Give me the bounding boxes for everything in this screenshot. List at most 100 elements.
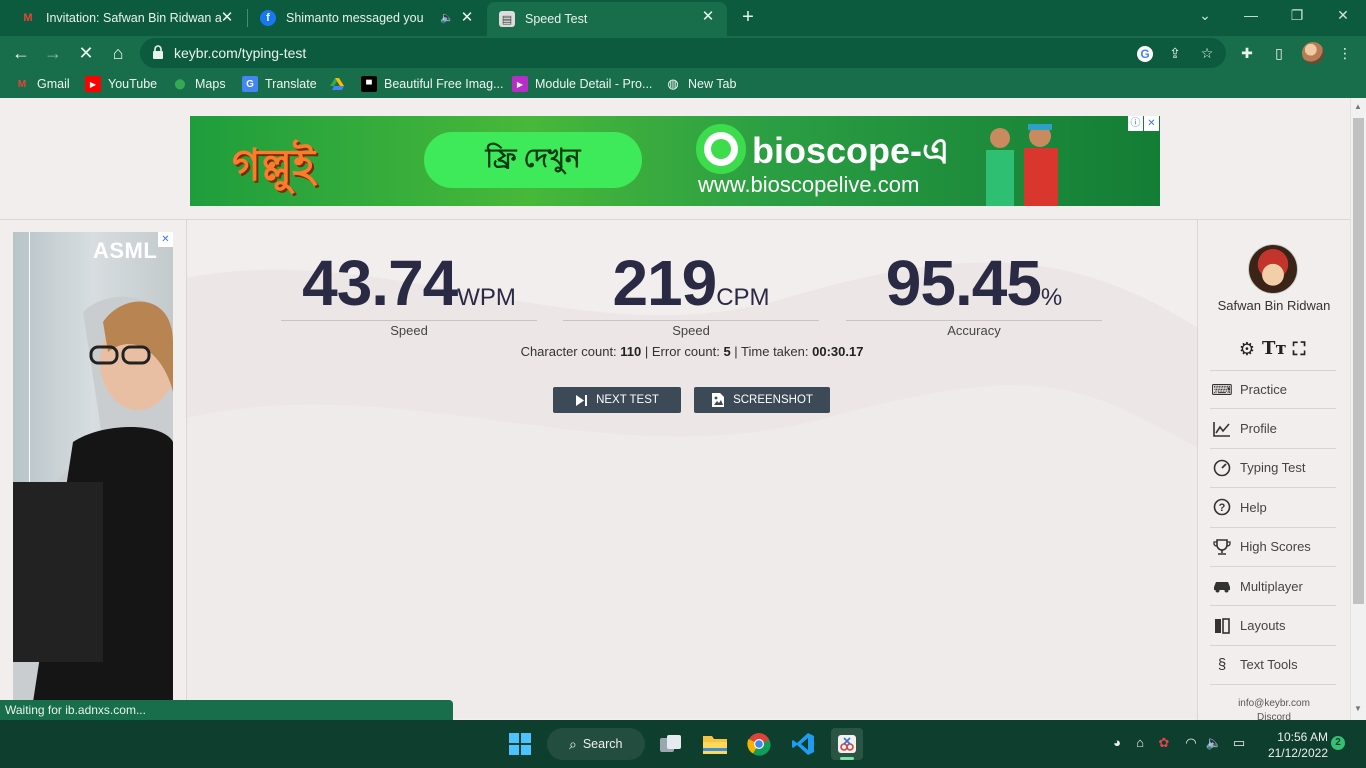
sidebar-item-practice[interactable]: ⌨ Practice [1210,370,1336,410]
ad-close-icon[interactable]: ✕ [158,232,173,247]
restore-icon[interactable]: ❐ [1274,4,1320,26]
accuracy-unit: % [1040,284,1063,311]
tab-gmail-invitation[interactable]: M Invitation: Safwan Bin Ridwan and ✕ [8,3,246,33]
ad-brand: ASML [93,238,158,263]
task-view-button[interactable] [655,728,687,760]
settings-gear-icon[interactable]: ⚙ [1236,338,1258,360]
extensions-icon[interactable]: ✚ [1238,44,1256,62]
stop-loading-icon[interactable]: ✕ [73,40,99,66]
bookmark-gmail[interactable]: M Gmail [14,76,70,92]
bookmark-maps[interactable]: ⬤ Maps [172,76,225,92]
tab-speed-test[interactable]: ▤ Speed Test ✕ [487,2,727,36]
wifi-icon[interactable]: ◠ [1182,734,1200,752]
metric-rule [563,320,819,321]
notification-badge[interactable]: 2 [1331,736,1345,750]
ad-cta-button[interactable]: ফ্রি দেখুন [424,132,642,188]
side-banner-ad[interactable]: ASML ✕ [13,232,173,700]
start-button[interactable] [504,728,536,760]
font-size-icon[interactable]: Tт [1262,338,1287,360]
vscode-icon [792,733,814,755]
tab-strip: M Invitation: Safwan Bin Ridwan and ✕ f … [0,0,1366,36]
ad-logo-text: গল্লুই [232,140,316,191]
contact-email-link[interactable]: info@keybr.com [1198,698,1350,709]
left-divider [186,220,187,720]
windows-logo-icon [509,733,531,755]
wpm-label: Speed [390,323,428,338]
next-test-button[interactable]: NEXT TEST [553,387,681,413]
bookmark-drive[interactable] [329,76,352,92]
scroll-down-icon[interactable]: ▼ [1354,704,1363,713]
menu-kebab-icon[interactable]: ⋮ [1336,44,1354,62]
speaker-icon[interactable]: 🔈 [440,11,454,24]
browser-toolbar: ← → ✕ ⌂ keybr.com/typing-test G ⇪ ☆ ✚ ▯ … [0,36,1366,70]
close-icon[interactable]: ✕ [218,9,236,27]
window-close-icon[interactable]: ✕ [1320,4,1366,26]
bookmark-new-tab[interactable]: ◍ New Tab [665,76,736,92]
new-tab-button[interactable]: + [736,6,760,30]
screenshot-button[interactable]: SCREENSHOT [694,387,830,413]
back-icon[interactable]: ← [8,40,34,66]
close-icon[interactable]: ✕ [699,8,717,26]
sidebar-item-label: High Scores [1240,539,1311,555]
sidebar-item-help[interactable]: ? Help [1210,488,1336,528]
top-banner-ad[interactable]: গল্লুই ফ্রি দেখুন bioscope-এ www.bioscop… [190,116,1160,206]
accuracy-label: Accuracy [947,323,1001,338]
page-scrollbar[interactable]: ▲ ▼ [1350,98,1366,720]
keybr-icon: ▤ [499,11,515,27]
bookmark-label: Beautiful Free Imag... [384,77,504,91]
file-explorer-button[interactable] [699,728,731,760]
tray-app-icon[interactable]: ✿ [1155,734,1173,752]
bookmark-youtube[interactable]: ▶ YouTube [85,76,157,92]
minimize-icon[interactable]: — [1228,4,1274,26]
ad-close-icon[interactable]: ✕ [1144,116,1159,131]
sidebar-item-profile[interactable]: Profile [1210,409,1336,449]
gmail-icon: M [23,12,33,24]
sidebar-item-layouts[interactable]: Layouts [1210,606,1336,646]
bookmark-unsplash[interactable]: ▀ Beautiful Free Imag... [361,76,504,92]
ad-people-image [986,124,1058,206]
forward-icon[interactable]: → [40,40,66,66]
google-icon[interactable]: G [1136,44,1154,62]
chart-icon [1212,419,1232,439]
fullscreen-icon[interactable]: ⛶ [1288,338,1310,360]
battery-icon[interactable]: ▭ [1230,734,1248,752]
volume-icon[interactable]: 🔈 [1205,734,1223,752]
chrome-button[interactable] [743,728,775,760]
home-icon[interactable]: ⌂ [105,40,131,66]
svg-text:?: ? [1219,502,1226,514]
discord-link[interactable]: Discord [1198,712,1350,720]
side-panel-icon[interactable]: ▯ [1270,44,1288,62]
bookmark-translate[interactable]: G Translate [242,76,317,92]
lock-icon [153,45,163,59]
vscode-button[interactable] [787,728,819,760]
bookmark-module-detail[interactable]: ▶ Module Detail - Pro... [512,76,652,92]
share-icon[interactable]: ⇪ [1166,44,1184,62]
user-name[interactable]: Safwan Bin Ridwan [1198,298,1350,313]
sidebar-item-high-scores[interactable]: High Scores [1210,528,1336,567]
discord-tray-icon[interactable]: ◕ [1108,734,1126,752]
tab-search-icon[interactable]: ⌄ [1182,4,1228,26]
sidebar-item-typing-test[interactable]: Typing Test [1210,449,1336,489]
taskbar-search[interactable]: ⌕ Search [547,728,645,760]
sidebar-item-text-tools[interactable]: § Text Tools [1210,646,1336,686]
bookmarks-bar: M Gmail ▶ YouTube ⬤ Maps G Translate ▀ Beauti… [0,70,1366,98]
snipping-tool-button[interactable] [831,728,863,760]
facebook-icon: f [260,10,276,26]
section-icon: § [1217,656,1227,674]
scroll-up-icon[interactable]: ▲ [1354,102,1363,111]
youtube-icon: ▶ [85,76,101,92]
skip-next-icon [576,394,588,406]
user-avatar[interactable] [1248,244,1298,294]
sidebar-item-multiplayer[interactable]: Multiplayer [1210,567,1336,607]
tab-facebook[interactable]: f Shimanto messaged you 🔈 ✕ [248,3,486,33]
address-bar[interactable]: keybr.com/typing-test G ⇪ ☆ [140,38,1226,68]
profile-avatar[interactable] [1302,42,1324,64]
system-clock[interactable]: 10:56 AM 21/12/2022 [1258,729,1328,761]
bookmark-star-icon[interactable]: ☆ [1198,44,1216,62]
ad-info-icon[interactable]: ⓘ [1128,116,1143,131]
test-summary: Character count: 110 | Error count: 5 | … [520,344,864,359]
tray-device-icon[interactable]: ⌂ [1131,734,1149,752]
url-text[interactable]: keybr.com/typing-test [174,45,306,61]
close-icon[interactable]: ✕ [458,9,476,27]
scrollbar-thumb[interactable] [1353,118,1364,604]
